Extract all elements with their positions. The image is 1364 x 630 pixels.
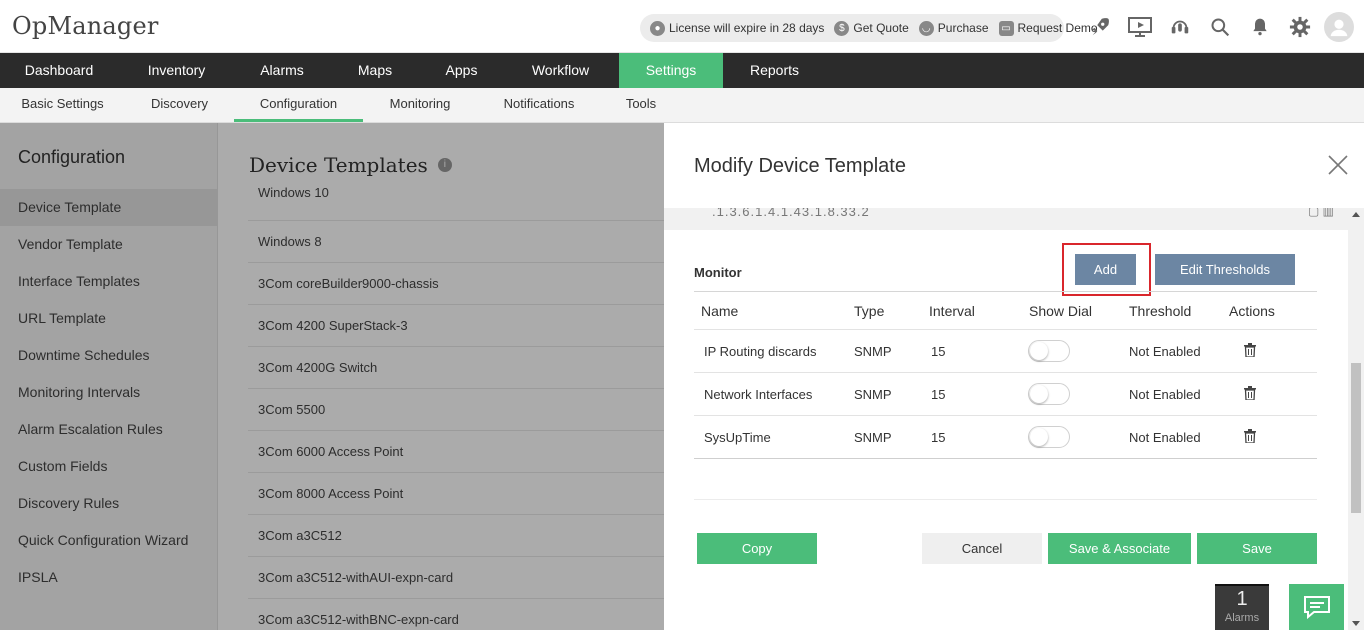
- edit-icon[interactable]: ▢: [1308, 208, 1319, 218]
- table-header: Name Type Interval Show Dial Threshold A…: [694, 292, 1317, 330]
- clipped-row: .1.3.6.1.4.1.43.1.8.33.2 ▢ ▥: [664, 208, 1348, 230]
- clipped-oid-text: .1.3.6.1.4.1.43.1.8.33.2: [712, 208, 870, 219]
- bell-icon[interactable]: [1240, 12, 1280, 42]
- chat-button[interactable]: [1289, 584, 1344, 630]
- purchase-label: Purchase: [937, 21, 989, 35]
- user-avatar-icon[interactable]: [1324, 12, 1354, 42]
- get-quote-label: Get Quote: [853, 21, 909, 35]
- search-icon[interactable]: [1200, 12, 1240, 42]
- trash-icon[interactable]: [1244, 385, 1256, 400]
- alarms-count: 1: [1236, 588, 1248, 610]
- col-header-interval[interactable]: Interval: [919, 303, 1019, 319]
- gear-icon[interactable]: [1280, 12, 1320, 42]
- col-header-threshold[interactable]: Threshold: [1119, 303, 1219, 319]
- monitor-threshold: Not Enabled: [1129, 429, 1201, 445]
- subnav-monitoring[interactable]: Monitoring: [363, 88, 477, 122]
- app-logo[interactable]: OpManager: [12, 12, 159, 40]
- table-row: IP Routing discards SNMP 15 Not Enabled: [694, 330, 1317, 373]
- scroll-up-arrow-icon[interactable]: [1352, 212, 1360, 217]
- monitor-section-label: Monitor: [694, 265, 742, 280]
- save-button[interactable]: Save: [1197, 533, 1317, 564]
- add-monitor-button[interactable]: Add: [1075, 254, 1136, 285]
- actions-cell: [1219, 385, 1317, 403]
- nav-workflow[interactable]: Workflow: [502, 53, 619, 88]
- subnav-discovery[interactable]: Discovery: [125, 88, 234, 122]
- show-dial-toggle[interactable]: [1028, 340, 1070, 362]
- demo-icon: ▭: [998, 20, 1014, 36]
- modify-device-template-panel: Modify Device Template .1.3.6.1.4.1.43.1…: [664, 123, 1364, 630]
- modal-title: Modify Device Template: [694, 155, 906, 177]
- scroll-down-arrow-icon[interactable]: [1352, 621, 1360, 626]
- show-dial-toggle[interactable]: [1028, 383, 1070, 405]
- save-and-associate-button[interactable]: Save & Associate: [1048, 533, 1191, 564]
- license-notice[interactable]: ● License will expire in 28 days: [650, 20, 825, 36]
- monitor-type: SNMP: [854, 429, 892, 445]
- monitor-threshold: Not Enabled: [1129, 386, 1201, 402]
- scroll-thumb[interactable]: [1351, 363, 1361, 513]
- show-dial-cell: [1019, 426, 1119, 448]
- actions-cell: [1219, 342, 1317, 360]
- trash-icon[interactable]: ▥: [1323, 208, 1334, 218]
- monitor-type: SNMP: [854, 386, 892, 402]
- monitor-interval: 15: [931, 343, 946, 359]
- license-bar: ● License will expire in 28 days $ Get Q…: [640, 14, 1098, 42]
- main-nav: Dashboard Inventory Alarms Maps Apps Wor…: [0, 53, 1364, 88]
- top-icon-bar: [1080, 12, 1354, 42]
- monitor-interval: 15: [931, 429, 946, 445]
- monitor-type: SNMP: [854, 343, 892, 359]
- get-quote-link[interactable]: $ Get Quote: [834, 20, 909, 36]
- monitor-name: SysUpTime: [704, 429, 771, 445]
- actions-cell: [1219, 428, 1317, 446]
- alarms-label: Alarms: [1224, 612, 1260, 624]
- purchase-link[interactable]: ◡ Purchase: [918, 20, 989, 36]
- alarms-badge[interactable]: 1 Alarms: [1215, 584, 1269, 630]
- modal-scrollbar[interactable]: [1348, 208, 1364, 630]
- table-row: SysUpTime SNMP 15 Not Enabled: [694, 416, 1317, 459]
- show-dial-cell: [1019, 340, 1119, 362]
- show-dial-toggle[interactable]: [1028, 426, 1070, 448]
- subnav-basic-settings[interactable]: Basic Settings: [0, 88, 125, 122]
- nav-apps[interactable]: Apps: [421, 53, 502, 88]
- close-button[interactable]: [1324, 151, 1352, 179]
- monitor-name: Network Interfaces: [704, 386, 813, 402]
- support-headset-icon[interactable]: [1160, 12, 1200, 42]
- nav-alarms[interactable]: Alarms: [235, 53, 329, 88]
- col-header-type[interactable]: Type: [844, 303, 919, 319]
- nav-inventory[interactable]: Inventory: [118, 53, 235, 88]
- col-header-actions: Actions: [1229, 302, 1275, 319]
- trash-icon[interactable]: [1244, 428, 1256, 443]
- show-dial-cell: [1019, 383, 1119, 405]
- top-header: OpManager ● License will expire in 28 da…: [0, 0, 1364, 53]
- presentation-icon[interactable]: [1120, 12, 1160, 42]
- nav-settings[interactable]: Settings: [619, 53, 723, 88]
- nav-reports[interactable]: Reports: [723, 53, 826, 88]
- license-text: License will expire in 28 days: [669, 21, 825, 35]
- modal-backdrop[interactable]: [0, 123, 664, 630]
- col-header-show-dial[interactable]: Show Dial: [1019, 303, 1119, 319]
- monitor-threshold: Not Enabled: [1129, 343, 1201, 359]
- license-icon: ●: [650, 20, 665, 36]
- monitor-interval: 15: [931, 386, 946, 402]
- nav-maps[interactable]: Maps: [329, 53, 421, 88]
- copy-button[interactable]: Copy: [697, 533, 817, 564]
- subnav-tools[interactable]: Tools: [601, 88, 681, 122]
- divider: [694, 499, 1317, 500]
- chat-icon: [1303, 596, 1330, 620]
- clipped-row-icons: ▢ ▥: [1308, 208, 1334, 218]
- sub-nav: Basic Settings Discovery Configuration M…: [0, 88, 1364, 123]
- cart-icon: ◡: [918, 20, 934, 36]
- rocket-icon[interactable]: [1080, 12, 1120, 42]
- monitor-name: IP Routing discards: [704, 343, 817, 359]
- subnav-configuration[interactable]: Configuration: [234, 88, 363, 122]
- nav-dashboard[interactable]: Dashboard: [0, 53, 118, 88]
- close-icon: [1328, 155, 1348, 175]
- col-header-name[interactable]: Name: [694, 303, 844, 319]
- monitor-table: Name Type Interval Show Dial Threshold A…: [694, 291, 1317, 459]
- table-row: Network Interfaces SNMP 15 Not Enabled: [694, 373, 1317, 416]
- trash-icon[interactable]: [1244, 342, 1256, 357]
- subnav-notifications[interactable]: Notifications: [477, 88, 601, 122]
- edit-thresholds-button[interactable]: Edit Thresholds: [1155, 254, 1295, 285]
- dollar-icon: $: [834, 20, 850, 36]
- cancel-button[interactable]: Cancel: [922, 533, 1042, 564]
